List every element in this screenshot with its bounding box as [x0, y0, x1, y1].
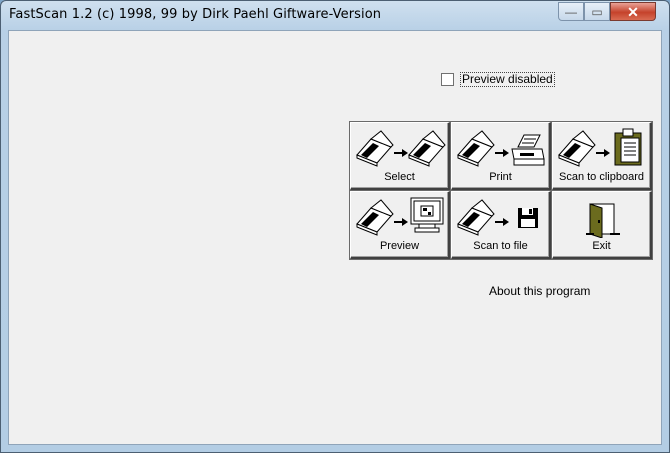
preview-disabled-label[interactable]: Preview disabled [460, 72, 555, 87]
app-window: FastScan 1.2 (c) 1998, 99 by Dirk Paehl … [0, 0, 670, 453]
print-button[interactable]: Print [451, 122, 551, 190]
print-label: Print [489, 171, 512, 183]
select-button[interactable]: Select [350, 122, 450, 190]
scanner-to-monitor-icon [356, 197, 444, 236]
close-icon: ✕ [627, 3, 639, 20]
minimize-icon: — [565, 4, 577, 19]
minimize-button[interactable]: — [558, 2, 584, 21]
maximize-icon: ▭ [591, 4, 603, 19]
exit-button[interactable]: Exit [552, 191, 652, 259]
scan-to-file-button[interactable]: Scan to file [451, 191, 551, 259]
scanner-to-printer-icon [457, 130, 545, 167]
scan-to-file-label: Scan to file [473, 240, 528, 252]
preview-disabled-checkbox-row[interactable]: Preview disabled [441, 72, 555, 87]
preview-disabled-checkbox[interactable] [441, 73, 454, 86]
close-button[interactable]: ✕ [610, 2, 656, 21]
scanner-to-floppy-icon [457, 199, 538, 236]
client-area: Preview disabled Select Print Scan to cl… [8, 30, 662, 445]
scanner-to-scanner-icon [356, 130, 446, 167]
scan-to-clipboard-label: Scan to clipboard [559, 171, 644, 183]
preview-button[interactable]: Preview [350, 191, 450, 259]
select-label: Select [384, 171, 415, 183]
preview-label: Preview [379, 240, 420, 252]
maximize-button[interactable]: ▭ [584, 2, 610, 21]
window-title: FastScan 1.2 (c) 1998, 99 by Dirk Paehl … [9, 7, 382, 22]
exit-label: Exit [592, 240, 611, 252]
scanner-to-clipboard-icon [558, 128, 642, 167]
exit-door-icon [586, 203, 620, 238]
scan-to-clipboard-button[interactable]: Scan to clipboard [552, 122, 652, 190]
about-program-link[interactable]: About this program [489, 284, 590, 298]
